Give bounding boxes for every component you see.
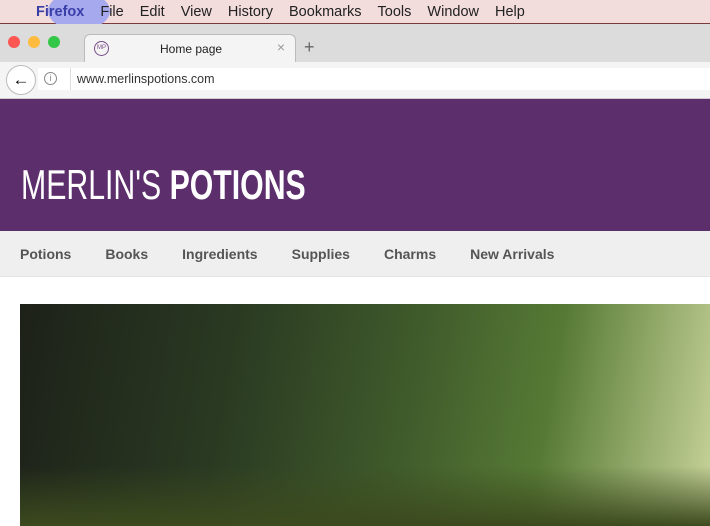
- back-button[interactable]: ←: [6, 65, 36, 95]
- menu-bar: Firefox File Edit View History Bookmarks…: [0, 0, 710, 30]
- nav-charms[interactable]: Charms: [384, 246, 436, 262]
- close-window-button[interactable]: [8, 36, 20, 48]
- hero-image-forest: [20, 304, 710, 526]
- site-logo[interactable]: MERLIN'S POTIONS: [21, 161, 306, 209]
- nav-books[interactable]: Books: [105, 246, 148, 262]
- minimize-window-button[interactable]: [28, 36, 40, 48]
- tab-title: Home page: [160, 42, 223, 56]
- nav-potions[interactable]: Potions: [20, 246, 71, 262]
- menu-firefox[interactable]: Firefox: [36, 4, 84, 20]
- menu-edit[interactable]: Edit: [140, 4, 165, 20]
- menu-file[interactable]: File: [100, 4, 123, 20]
- tab-bar: MP Home page × +: [0, 24, 710, 63]
- site-header: MERLIN'S POTIONS: [0, 99, 710, 231]
- menu-tools[interactable]: Tools: [378, 4, 412, 20]
- info-icon[interactable]: i: [44, 72, 57, 85]
- close-tab-icon[interactable]: ×: [277, 39, 285, 55]
- nav-toolbar: ← i www.merlinspotions.com: [0, 62, 710, 99]
- menu-bookmarks[interactable]: Bookmarks: [289, 4, 362, 20]
- menu-help[interactable]: Help: [495, 4, 525, 20]
- url-text[interactable]: www.merlinspotions.com: [70, 68, 215, 90]
- nav-ingredients[interactable]: Ingredients: [182, 246, 257, 262]
- site-nav: Potions Books Ingredients Supplies Charm…: [0, 231, 710, 277]
- favicon-icon: MP: [94, 41, 109, 56]
- menu-view[interactable]: View: [181, 4, 212, 20]
- menu-history[interactable]: History: [228, 4, 273, 20]
- menu-window[interactable]: Window: [427, 4, 479, 20]
- nav-new-arrivals[interactable]: New Arrivals: [470, 246, 554, 262]
- url-bar[interactable]: i www.merlinspotions.com: [38, 68, 710, 90]
- new-tab-button[interactable]: +: [304, 37, 315, 58]
- nav-supplies[interactable]: Supplies: [292, 246, 350, 262]
- maximize-window-button[interactable]: [48, 36, 60, 48]
- tab-home-page[interactable]: MP Home page ×: [84, 34, 296, 63]
